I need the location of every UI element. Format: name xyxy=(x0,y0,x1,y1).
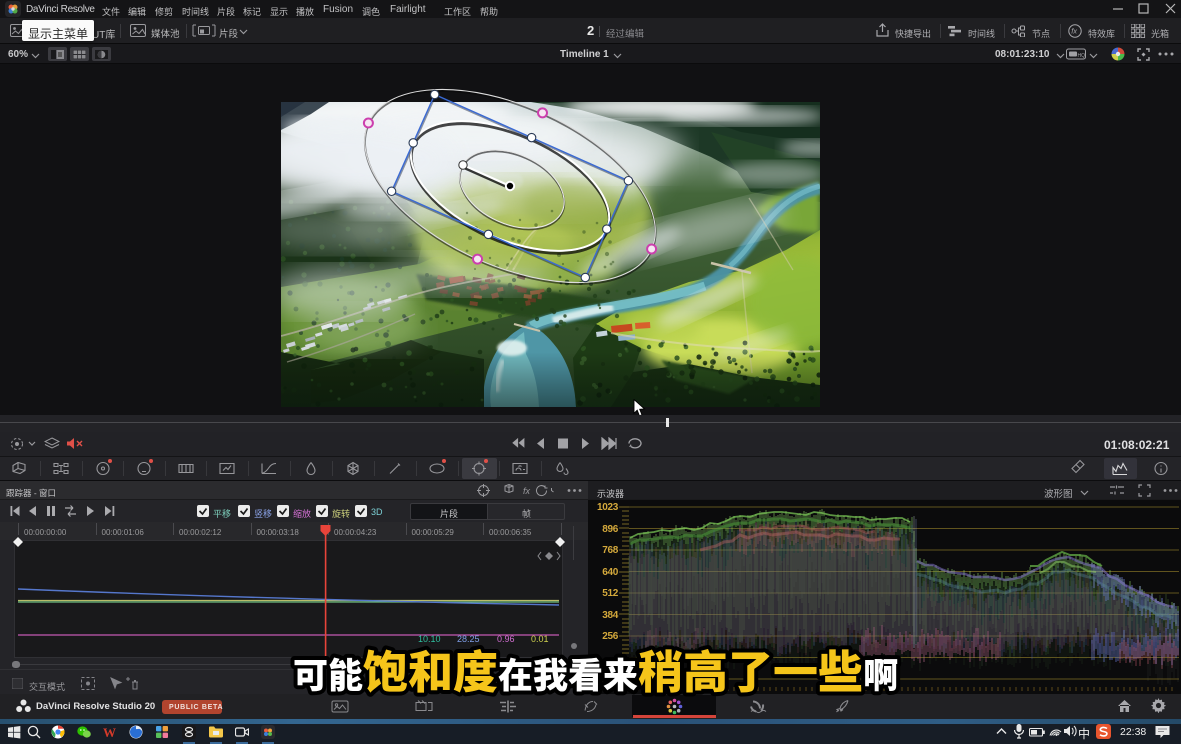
svg-text:W: W xyxy=(103,725,116,739)
svg-text:fx: fx xyxy=(523,486,531,496)
svg-text:可能饱和度在我看来稍高了一些啊: 可能饱和度在我看来稍高了一些啊 xyxy=(293,640,898,701)
svg-text:fx: fx xyxy=(1071,27,1077,36)
svg-text:HQ: HQ xyxy=(1078,53,1086,59)
